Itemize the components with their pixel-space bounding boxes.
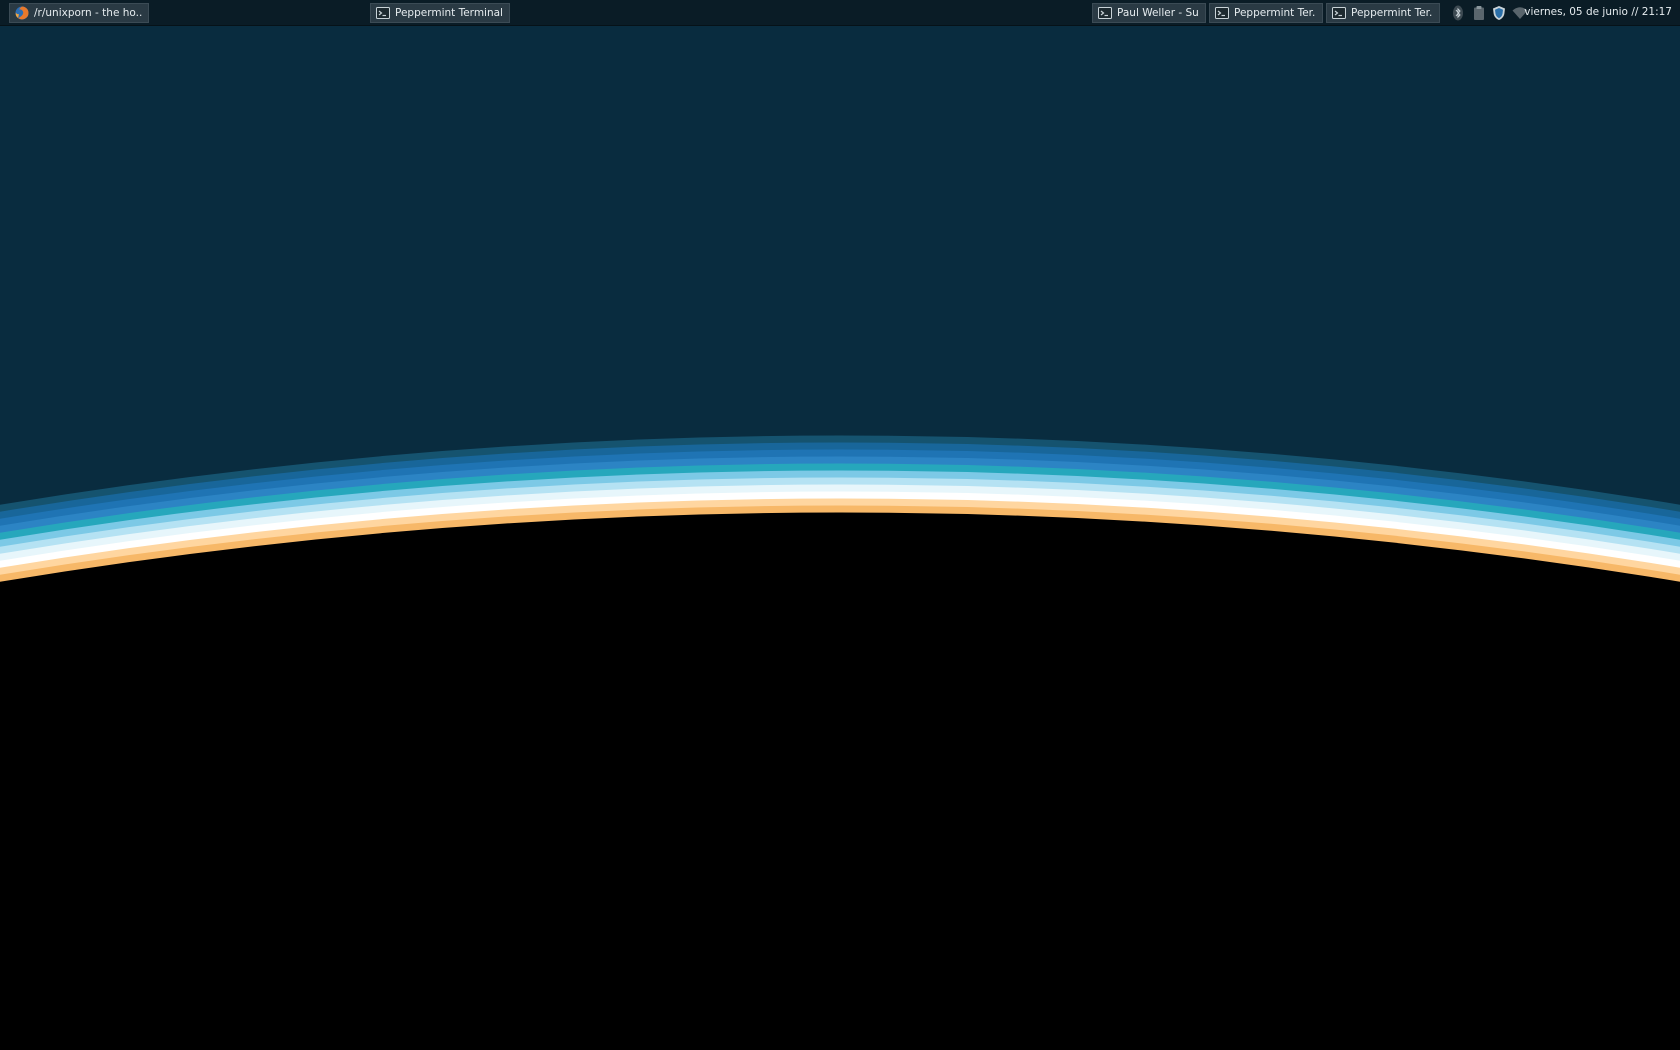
clock[interactable]: viernes, 05 de junio // 21:17 <box>1524 0 1672 26</box>
terminal-icon <box>1332 6 1346 20</box>
wallpaper <box>0 0 1680 1050</box>
terminal-icon <box>376 6 390 20</box>
terminal-icon <box>1098 6 1112 20</box>
taskbar-item-peppermint-terminal-3[interactable]: Peppermint Ter... <box>1326 3 1440 23</box>
top-panel: /r/unixporn - the ho... Peppermint Termi… <box>0 0 1680 26</box>
taskbar-item-label: Paul Weller - Su... <box>1117 7 1199 19</box>
taskbar-item-peppermint-terminal-2[interactable]: Peppermint Ter... <box>1209 3 1323 23</box>
taskbar-item-label: /r/unixporn - the ho... <box>34 7 142 19</box>
taskbar-item-label: Peppermint Ter... <box>1351 7 1433 19</box>
desktop: /r/unixporn - the ho... Peppermint Termi… <box>0 0 1680 1050</box>
bluetooth-icon[interactable] <box>1450 5 1466 21</box>
clipboard-icon[interactable] <box>1471 5 1487 21</box>
taskbar-item-firefox[interactable]: /r/unixporn - the ho... <box>9 3 149 23</box>
taskbar-item-peppermint-terminal[interactable]: Peppermint Terminal <box>370 3 510 23</box>
terminal-icon <box>1215 6 1229 20</box>
shield-icon[interactable] <box>1491 5 1507 21</box>
firefox-icon <box>15 6 29 20</box>
taskbar-item-label: Peppermint Terminal <box>395 7 503 19</box>
taskbar-item-label: Peppermint Ter... <box>1234 7 1316 19</box>
taskbar-item-paul-weller[interactable]: Paul Weller - Su... <box>1092 3 1206 23</box>
planet-surface <box>0 512 1680 1050</box>
